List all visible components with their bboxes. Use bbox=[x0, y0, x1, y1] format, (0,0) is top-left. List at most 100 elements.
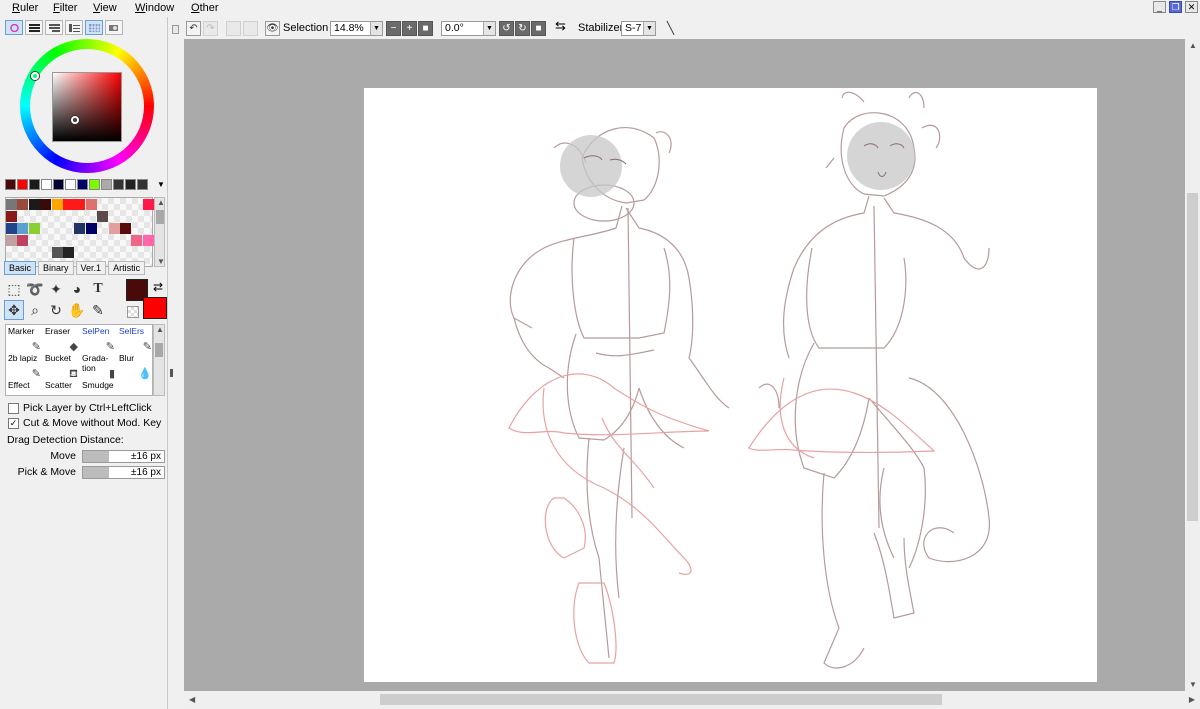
saturation-value-square[interactable] bbox=[52, 72, 122, 142]
palette-swatch[interactable] bbox=[17, 235, 29, 246]
recent-color-swatch[interactable] bbox=[5, 179, 16, 190]
recent-color-swatch[interactable] bbox=[53, 179, 64, 190]
brush-blur[interactable]: Blur 💧 bbox=[119, 353, 152, 381]
hsv-sliders-icon[interactable] bbox=[45, 20, 63, 35]
splitter-handle[interactable] bbox=[170, 369, 173, 377]
chevron-down-icon[interactable]: ▼ bbox=[157, 180, 165, 189]
palette-swatch[interactable] bbox=[51, 247, 63, 258]
hand-tool-icon[interactable]: ✋ bbox=[67, 300, 87, 320]
rgb-sliders-icon[interactable] bbox=[25, 20, 43, 35]
palette-swatch[interactable] bbox=[142, 199, 154, 210]
swap-colors-icon[interactable]: ⇄ bbox=[153, 280, 163, 294]
brush-eraser[interactable]: Eraser ◆ bbox=[45, 326, 82, 354]
scratchpad-icon[interactable] bbox=[105, 20, 123, 35]
zoom-reset-icon[interactable]: ■ bbox=[418, 21, 433, 36]
zoom-out-icon[interactable]: − bbox=[386, 21, 401, 36]
menu-ruler[interactable]: Ruler bbox=[12, 1, 38, 15]
color-palette-grid[interactable] bbox=[5, 197, 154, 267]
color-wheel-icon[interactable] bbox=[5, 20, 23, 35]
sv-marker[interactable] bbox=[71, 116, 79, 124]
recent-color-swatch[interactable] bbox=[29, 179, 40, 190]
palette-swatch[interactable] bbox=[63, 247, 74, 258]
text-tool-icon[interactable]: T bbox=[88, 279, 108, 299]
invert-selection-icon[interactable] bbox=[243, 21, 258, 36]
horizontal-scrollbar[interactable]: ◀ ▶ bbox=[184, 691, 1200, 709]
rotate-tool-icon[interactable]: ↻ bbox=[46, 300, 66, 320]
magic-wand-icon[interactable]: ✦ bbox=[46, 279, 66, 299]
rotate-left-icon[interactable]: ↺ bbox=[499, 21, 514, 36]
palette-swatch[interactable] bbox=[85, 223, 97, 234]
brush-effect[interactable]: Effect✦ bbox=[8, 380, 45, 395]
palette-swatch[interactable] bbox=[63, 199, 74, 210]
lasso-icon[interactable]: ➰ bbox=[25, 279, 45, 299]
palette-swatch[interactable] bbox=[85, 199, 97, 210]
straight-line-icon[interactable]: ╲ bbox=[663, 21, 678, 36]
selection-visibility-icon[interactable]: 👁 bbox=[265, 21, 280, 36]
brush-bucket[interactable]: Bucket ⛾ bbox=[45, 353, 82, 381]
recent-color-swatch[interactable] bbox=[17, 179, 28, 190]
palette-swatch[interactable] bbox=[6, 199, 17, 210]
panel-splitter[interactable] bbox=[168, 17, 184, 709]
menu-other[interactable]: Other bbox=[191, 1, 219, 15]
recent-color-swatch[interactable] bbox=[65, 179, 76, 190]
palette-swatch[interactable] bbox=[51, 199, 63, 210]
brush-selers[interactable]: SelErs ✎ bbox=[119, 326, 152, 354]
redo-icon[interactable]: ↷ bbox=[203, 21, 218, 36]
palette-swatch[interactable] bbox=[142, 235, 154, 246]
menu-view[interactable]: View bbox=[93, 1, 117, 15]
brush-marker[interactable]: Marker ✎ bbox=[8, 326, 45, 354]
brush-2b-lapiz[interactable]: 2b lapiz ✎ bbox=[8, 353, 45, 381]
swatches-icon[interactable] bbox=[85, 20, 103, 35]
recent-color-swatch[interactable] bbox=[89, 179, 100, 190]
recent-color-swatch[interactable] bbox=[77, 179, 88, 190]
horizontal-scroll-thumb[interactable] bbox=[380, 694, 942, 705]
palette-swatch[interactable] bbox=[74, 199, 86, 210]
zoom-tool-icon[interactable]: ⌕ bbox=[25, 300, 45, 320]
palette-swatch[interactable] bbox=[40, 199, 52, 210]
rotate-right-icon[interactable]: ↻ bbox=[515, 21, 530, 36]
stabilizer-select[interactable]: S-7 ▼ bbox=[621, 21, 656, 36]
fill-shape-icon[interactable]: ◕ bbox=[67, 279, 87, 299]
rotation-reset-icon[interactable]: ■ bbox=[531, 21, 546, 36]
cut-move-option[interactable]: ✓ Cut & Move without Mod. Key bbox=[8, 417, 161, 430]
recent-color-swatch[interactable] bbox=[101, 179, 112, 190]
minimize-icon[interactable]: _ bbox=[1153, 1, 1166, 13]
vertical-scroll-thumb[interactable] bbox=[1187, 193, 1198, 521]
deselect-icon[interactable] bbox=[226, 21, 241, 36]
menu-window[interactable]: Window bbox=[135, 1, 174, 15]
brush-scrollbar[interactable]: ▲ bbox=[153, 324, 165, 396]
color-history-icon[interactable] bbox=[65, 20, 83, 35]
recent-color-swatch[interactable] bbox=[125, 179, 136, 190]
palette-swatch[interactable] bbox=[17, 199, 29, 210]
tab-basic[interactable]: Basic bbox=[4, 261, 37, 275]
hue-marker[interactable] bbox=[31, 72, 39, 80]
palette-swatch[interactable] bbox=[97, 211, 109, 222]
canvas-viewport[interactable] bbox=[184, 39, 1185, 691]
brush-selpen[interactable]: SelPen ✎ bbox=[82, 326, 119, 354]
restore-icon[interactable]: ❐ bbox=[1169, 1, 1182, 13]
flip-horizontal-icon[interactable]: ⇆ bbox=[555, 19, 566, 32]
palette-swatch[interactable] bbox=[108, 223, 120, 234]
move-tool-icon[interactable]: ✥ bbox=[4, 300, 24, 320]
zoom-select[interactable]: 14.8% ▼ bbox=[330, 21, 383, 36]
recent-color-swatch[interactable] bbox=[113, 179, 124, 190]
scroll-right-icon[interactable]: ▶ bbox=[1189, 695, 1195, 704]
background-color[interactable] bbox=[143, 297, 167, 319]
vertical-scrollbar[interactable]: ▲ ▼ bbox=[1185, 39, 1200, 691]
palette-swatch[interactable] bbox=[17, 223, 29, 234]
palette-swatch[interactable] bbox=[6, 211, 17, 222]
scroll-left-icon[interactable]: ◀ bbox=[189, 695, 195, 704]
brush-scatter[interactable]: Scatter✦ bbox=[45, 380, 82, 395]
palette-swatch[interactable] bbox=[6, 235, 17, 246]
recent-color-swatch[interactable] bbox=[137, 179, 148, 190]
pick-move-slider[interactable]: ±16 px bbox=[82, 466, 165, 479]
palette-swatch[interactable] bbox=[120, 223, 131, 234]
tab-binary[interactable]: Binary bbox=[38, 261, 74, 275]
recent-color-swatch[interactable] bbox=[41, 179, 52, 190]
scroll-up-icon[interactable]: ▲ bbox=[1189, 41, 1197, 50]
select-rect-icon[interactable]: ⬚ bbox=[4, 279, 24, 299]
panel-grip-icon[interactable] bbox=[172, 25, 179, 34]
drawing-canvas[interactable] bbox=[364, 88, 1097, 682]
scroll-down-icon[interactable]: ▼ bbox=[1189, 680, 1197, 689]
tab-artistic[interactable]: Artistic bbox=[108, 261, 146, 275]
